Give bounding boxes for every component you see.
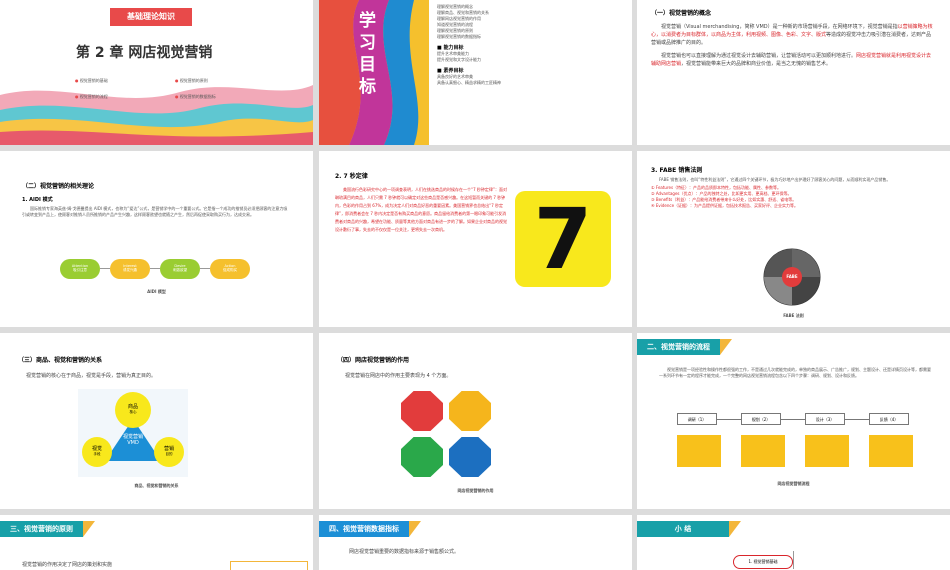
paragraph: 视觉营销的核心在于商品，视觉是手段，营销为真正目的。 <box>26 373 157 379</box>
paragraph: 国际推销专家海英兹·姆·戈德曼提出 AIDI 模式，也称为“爱达”公式，是营销学… <box>22 206 288 217</box>
slide-4-thumbnail[interactable]: （二）视觉营销的相关理论 1. AIDI 模式 国际推销专家海英兹·姆·戈德曼提… <box>0 151 313 327</box>
chapter-item: ● 视觉营销的数据指标 <box>175 94 216 99</box>
flow-step: 反馈（4） <box>869 413 909 425</box>
node-center: 视觉营销 VMD <box>122 434 143 446</box>
paragraph: FABE 销售法则，也叫“特性利益法则”，它通过四个关键环节，极为巧妙地产出护理… <box>659 177 891 182</box>
section-banner: 三、视觉营销的原则 <box>0 521 95 537</box>
flow-step: 设计（3） <box>805 413 845 425</box>
slide-5-thumbnail[interactable]: 2. 7 秒定律 美国流行色彩研究中心的一项调查表明，人们在挑选商品的时候存在一… <box>319 151 632 327</box>
section-banner: 四、视觉营销数据指标 <box>319 521 421 537</box>
slide-2-thumbnail[interactable]: 学习目标 理解视觉营销的概念 理解商品、视觉和营销的关系 理解网店视觉营销的作用… <box>319 0 632 145</box>
flow-step: 规划（2） <box>741 413 781 425</box>
aidi-node: Interest 诱发兴趣 <box>110 259 150 279</box>
paragraph: 美国流行色彩研究中心的一项调查表明，人们在挑选商品的时候存在一个“7 秒钟定律”… <box>335 187 507 232</box>
figure-caption: AIDI 模型 <box>147 289 166 294</box>
paragraph: 视觉营销在网店中的作用主要表现为 4 个方面。 <box>345 373 452 379</box>
paragraph: 视觉营销（Visual merchandising，简称 VMD）是一种新的市场… <box>651 24 933 46</box>
slide-11-thumbnail[interactable]: 四、视觉营销数据指标 网店视觉营销重要的数据指标来源于销售额公式。 <box>319 515 632 570</box>
flow-detail <box>677 435 721 467</box>
fabe-item: ④ Evidence（证据）：为产品提供证据，包括技术报告、买家好评、企业实力等… <box>651 203 799 208</box>
section-heading: （二）视觉营销的相关理论 <box>22 183 95 190</box>
seven-graphic: 7 <box>515 191 611 287</box>
content-box <box>230 561 308 570</box>
slide-6-thumbnail[interactable]: 3. FABE 销售法则 FABE 销售法则，也叫“特性利益法则”，它通过四个关… <box>637 151 950 327</box>
paragraph: 视觉营销的作用决定了网店的策划和实施 <box>22 562 113 568</box>
aidi-node: Action 促成购买 <box>210 259 250 279</box>
node-marketing: 营销 目的 <box>154 437 184 467</box>
slide-3-thumbnail[interactable]: （一）视觉营销的概念 视觉营销（Visual merchandising，简称 … <box>637 0 950 145</box>
flow-detail <box>805 435 849 467</box>
slide-12-thumbnail[interactable]: 小 结 1. 视觉营销基础 <box>637 515 950 570</box>
slide-1-thumbnail[interactable]: 基础理论知识 第 2 章 网店视觉营销 ● 视觉营销的基础 ● 视觉营销的原则 … <box>0 0 313 145</box>
flow-step: 调研（1） <box>677 413 717 425</box>
slide-sorter-grid: 基础理论知识 第 2 章 网店视觉营销 ● 视觉营销的基础 ● 视觉营销的原则 … <box>0 0 950 570</box>
section-heading: 2. 7 秒定律 <box>335 173 368 180</box>
section-heading: 3. FABE 销售法则 <box>651 167 703 174</box>
chapter-item: ● 视觉营销的原则 <box>175 78 208 83</box>
paragraph: 视觉营销也可以直接理解为通过视觉设计去辅助营销，让营销活动可以更加顺利地进行。网… <box>651 53 932 67</box>
aidi-diagram: Attention 吸引注意 Interest 诱发兴趣 Desire 刺激欲望 Ac… <box>60 259 250 281</box>
aidi-node: Desire 刺激欲望 <box>160 259 200 279</box>
mindmap-node: 1. 视觉营销基础 <box>733 555 793 569</box>
chapter-title: 第 2 章 网店视觉营销 <box>76 45 213 61</box>
relation-diagram: 商品 核心 视觉 手段 营销 目的 视觉营销 VMD <box>78 389 188 477</box>
chapter-item: ● 视觉营销的基础 <box>75 78 108 83</box>
figure-caption: 网店视觉营销流程 <box>777 481 810 486</box>
slide-7-thumbnail[interactable]: （三）商品、视觉和营销的关系 视觉营销的核心在于商品，视觉是手段，营销为真正目的… <box>0 333 313 509</box>
node-visual: 视觉 手段 <box>82 437 112 467</box>
slide-10-thumbnail[interactable]: 三、视觉营销的原则 视觉营销的作用决定了网店的策划和实施 <box>0 515 313 570</box>
paragraph: 网店视觉营销重要的数据指标来源于销售额公式。 <box>349 549 460 555</box>
figure-caption: 商品、视觉和营销的关系 <box>134 483 179 488</box>
section-banner: 小 结 <box>637 521 741 537</box>
figure-caption: 网店视觉营销的作用 <box>457 488 494 493</box>
fabe-center-label: FABE <box>786 274 798 279</box>
flow-detail <box>741 435 785 467</box>
aidi-node: Attention 吸引注意 <box>60 259 100 279</box>
node-product: 商品 核心 <box>115 392 151 428</box>
section-heading: （四）网店视觉营销的作用 <box>337 357 410 364</box>
sub-heading: 1. AIDI 模式 <box>22 197 53 203</box>
paragraph: 视觉营销是一项经验性和操作性都很强的工作，不是通过几次就能完成的，单独的商品展示… <box>659 367 931 378</box>
chapter-item: ● 视觉营销的流程 <box>75 94 108 99</box>
objectives-title: 学习目标 <box>359 11 376 97</box>
octagon-diagram <box>401 391 493 483</box>
slide-8-thumbnail[interactable]: （四）网店视觉营销的作用 视觉营销在网店中的作用主要表现为 4 个方面。 网店视… <box>319 333 632 509</box>
slide-9-thumbnail[interactable]: 二、视觉营销的流程 视觉营销是一项经验性和操作性都很强的工作，不是通过几次就能完… <box>637 333 950 509</box>
flow-diagram: 调研（1） 规划（2） 设计（3） 反馈（4） <box>677 413 917 473</box>
section-heading: （一）视觉营销的概念 <box>651 10 712 17</box>
slide-tag: 基础理论知识 <box>110 8 192 26</box>
section-banner: 二、视觉营销的流程 <box>637 339 732 355</box>
figure-caption: FABE 法则 <box>783 313 804 318</box>
flow-detail <box>869 435 913 467</box>
objectives-list: 理解视觉营销的概念 理解商品、视觉和营销的关系 理解网店视觉营销的作用 知道视觉… <box>437 4 501 85</box>
section-heading: （三）商品、视觉和营销的关系 <box>18 357 103 364</box>
